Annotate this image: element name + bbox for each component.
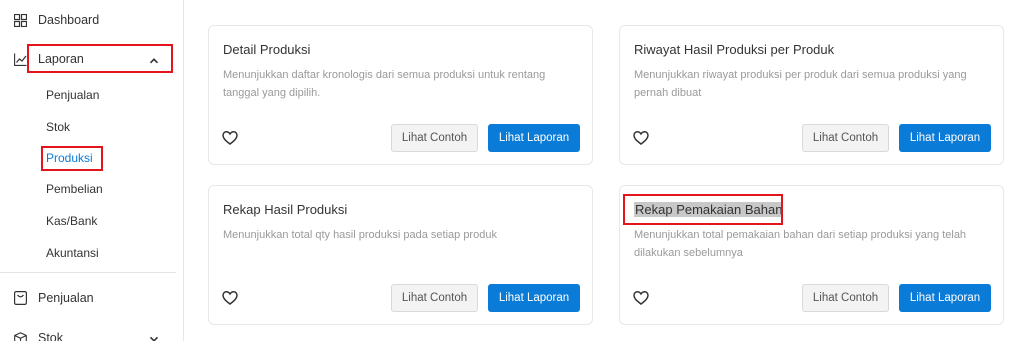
- report-card-rekap-hasil-produksi: Rekap Hasil Produksi Menunjukkan total q…: [208, 185, 593, 325]
- sidebar-item-penjualan[interactable]: Penjualan: [0, 290, 184, 306]
- heart-icon[interactable]: [633, 290, 649, 306]
- view-sample-button[interactable]: Lihat Contoh: [391, 124, 478, 152]
- sidebar-item-dashboard[interactable]: Dashboard: [0, 12, 184, 28]
- sidebar: Dashboard Laporan Penjualan Stok Produks…: [0, 0, 184, 341]
- card-description: Menunjukkan total qty hasil produksi pad…: [223, 229, 497, 241]
- heart-icon[interactable]: [222, 130, 238, 146]
- heart-icon[interactable]: [633, 130, 649, 146]
- sidebar-subitem-akuntansi[interactable]: Akuntansi: [46, 246, 99, 260]
- view-report-button[interactable]: Lihat Laporan: [899, 284, 991, 312]
- report-card-detail-produksi: Detail Produksi Menunjukkan daftar krono…: [208, 25, 593, 165]
- view-sample-button[interactable]: Lihat Contoh: [802, 124, 889, 152]
- sidebar-subitem-stok[interactable]: Stok: [46, 120, 70, 134]
- view-report-button[interactable]: Lihat Laporan: [899, 124, 991, 152]
- box-icon: [13, 331, 27, 341]
- sidebar-item-label: Dashboard: [38, 13, 100, 27]
- view-report-button[interactable]: Lihat Laporan: [488, 124, 580, 152]
- main-content: Detail Produksi Menunjukkan daftar krono…: [185, 0, 1024, 341]
- chevron-down-icon[interactable]: [148, 332, 160, 341]
- line-chart-icon: [13, 52, 27, 66]
- card-description: Menunjukkan riwayat produksi per produk …: [634, 69, 967, 99]
- sidebar-subitem-penjualan[interactable]: Penjualan: [46, 88, 99, 102]
- highlight-box-laporan: [27, 44, 173, 73]
- sidebar-divider: [0, 272, 176, 273]
- sidebar-item-label: Stok: [38, 331, 64, 341]
- report-card-rekap-pemakaian-bahan: Rekap Pemakaian Bahan Menunjukkan total …: [619, 185, 1004, 325]
- sidebar-subitem-kas-bank[interactable]: Kas/Bank: [46, 214, 97, 228]
- card-title: Riwayat Hasil Produksi per Produk: [634, 42, 835, 57]
- app-root: Dashboard Laporan Penjualan Stok Produks…: [0, 0, 1024, 341]
- sidebar-subitem-pembelian[interactable]: Pembelian: [46, 182, 103, 196]
- card-title: Rekap Hasil Produksi: [223, 202, 348, 217]
- card-description: Menunjukkan total pemakaian bahan dari s…: [634, 229, 967, 259]
- heart-icon[interactable]: [222, 290, 238, 306]
- sidebar-item-label: Penjualan: [38, 291, 94, 305]
- card-description: Menunjukkan daftar kronologis dari semua…: [223, 69, 546, 99]
- bag-icon: [13, 291, 27, 305]
- card-title: Detail Produksi: [223, 42, 311, 57]
- report-card-riwayat-hasil-produksi: Riwayat Hasil Produksi per Produk Menunj…: [619, 25, 1004, 165]
- view-report-button[interactable]: Lihat Laporan: [488, 284, 580, 312]
- highlight-box-title: [623, 194, 783, 225]
- view-sample-button[interactable]: Lihat Contoh: [391, 284, 478, 312]
- highlight-box-produksi: [41, 146, 103, 171]
- grid-icon: [13, 13, 27, 27]
- view-sample-button[interactable]: Lihat Contoh: [802, 284, 889, 312]
